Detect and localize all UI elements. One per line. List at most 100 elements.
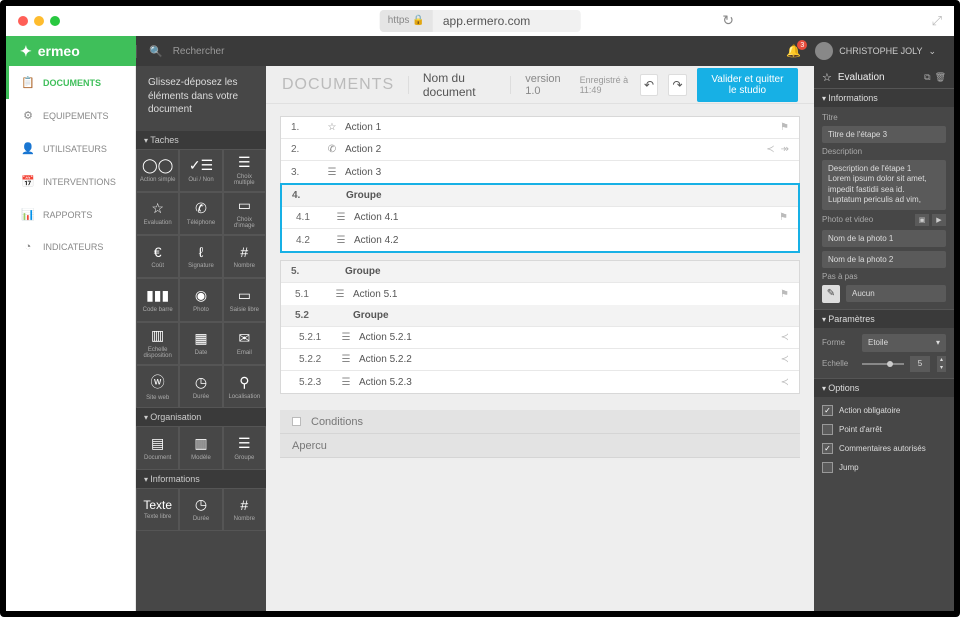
brand-logo[interactable]: ✦ ermeo: [6, 36, 136, 66]
row-tail-icon[interactable]: ⚑: [780, 122, 789, 133]
palette-item[interactable]: ◯◯Action simple: [136, 149, 179, 192]
palette-item[interactable]: ▥Modèle: [179, 426, 222, 469]
row-tail-icon[interactable]: ≺: [781, 377, 789, 388]
palette-item[interactable]: ⚲Localisation: [223, 365, 266, 408]
palette-item[interactable]: #Nombre: [223, 235, 266, 278]
palette-item[interactable]: ✉Email: [223, 322, 266, 365]
group-header[interactable]: 5. Groupe: [281, 261, 799, 283]
top-bar: ✦ ermeo 🔍 Rechercher 🔔 3 CHRISTOPHE JOLY…: [6, 36, 954, 66]
palette-item[interactable]: ◷Durée: [179, 365, 222, 408]
saved-timestamp: Enregistré à 11:49: [580, 75, 630, 95]
subgroup-header[interactable]: 5.2 Groupe: [281, 305, 799, 327]
action-row[interactable]: 4.2☰Action 4.2: [282, 229, 798, 251]
action-row[interactable]: 4.1☰Action 4.1⚑: [282, 207, 798, 229]
trash-icon[interactable]: 🗑: [935, 72, 946, 83]
echelle-slider[interactable]: [862, 363, 904, 365]
palette-item[interactable]: €Coût: [136, 235, 179, 278]
apercu-panel-header[interactable]: Apercu: [280, 434, 800, 458]
palette-item[interactable]: ☰Groupe: [223, 426, 266, 469]
palette-item[interactable]: ⓦSite web: [136, 365, 179, 408]
palette-item[interactable]: ▦Date: [179, 322, 222, 365]
photo-1[interactable]: Nom de la photo 1: [822, 230, 946, 247]
add-photo-icon[interactable]: ▣: [915, 214, 929, 226]
group-header[interactable]: 4. Groupe: [282, 185, 798, 207]
maximize-window-icon[interactable]: [50, 16, 60, 26]
action-row[interactable]: 5.2.3☰Action 5.2.3≺: [281, 371, 799, 393]
palette-section-organisation[interactable]: Organisation: [136, 408, 266, 426]
validate-exit-button[interactable]: Valider et quitter le studio: [697, 68, 798, 102]
copy-icon[interactable]: ⧉: [924, 72, 930, 83]
action-row[interactable]: 3.☰Action 3: [281, 161, 799, 183]
palette-item[interactable]: ◉Photo: [179, 278, 222, 321]
forme-select[interactable]: Etoile▾: [862, 334, 946, 352]
palette-section-taches[interactable]: Taches: [136, 131, 266, 149]
action-row[interactable]: 1.☆Action 1⚑: [281, 117, 799, 139]
row-tail-icon[interactable]: ≺: [781, 354, 789, 365]
action-row[interactable]: 2.✆Action 2≺↠: [281, 139, 799, 161]
palette-section-informations[interactable]: Informations: [136, 470, 266, 488]
fullscreen-icon[interactable]: ⤢: [932, 13, 942, 29]
global-search[interactable]: 🔍 Rechercher: [136, 45, 786, 58]
row-tail-icon[interactable]: ≺: [766, 144, 774, 155]
nav-rapports[interactable]: 📊RAPPORTS: [6, 198, 135, 231]
palette-item-icon: ▦: [194, 330, 207, 347]
palette-item[interactable]: ▭Saisie libre: [223, 278, 266, 321]
action-row[interactable]: 5.1☰Action 5.1⚑: [281, 283, 799, 305]
nav-interventions[interactable]: 📅INTERVENTIONS: [6, 165, 135, 198]
action-type-icon: ☰: [332, 212, 350, 223]
section-parametres[interactable]: Paramètres: [814, 309, 954, 328]
window-controls[interactable]: [18, 16, 60, 26]
url-bar[interactable]: https🔒 app.ermero.com: [380, 10, 581, 32]
add-video-icon[interactable]: ▶: [932, 214, 946, 226]
echelle-value[interactable]: 5: [910, 356, 930, 372]
notifications-button[interactable]: 🔔 3: [786, 44, 801, 58]
document-name[interactable]: Nom du document: [423, 71, 497, 99]
palette-item[interactable]: ☰Choix multiple: [223, 149, 266, 192]
section-options[interactable]: Options: [814, 378, 954, 397]
minimize-window-icon[interactable]: [34, 16, 44, 26]
photo-2[interactable]: Nom de la photo 2: [822, 251, 946, 268]
row-tail-icon[interactable]: ⚑: [779, 212, 788, 223]
option-point-arret[interactable]: Point d'arrêt: [822, 422, 946, 437]
selected-group[interactable]: 4. Groupe 4.1☰Action 4.1⚑4.2☰Action 4.2: [280, 183, 800, 253]
row-tail-icon[interactable]: ↠: [781, 144, 789, 155]
palette-item[interactable]: ▥Echelle disposition: [136, 322, 179, 365]
palette-item[interactable]: ▭Choix d'image: [223, 192, 266, 235]
palette-item[interactable]: ☆Evaluation: [136, 192, 179, 235]
nav-utilisateurs[interactable]: 👤UTILISATEURS: [6, 132, 135, 165]
palette-item[interactable]: ◷Durée: [179, 488, 222, 531]
user-menu[interactable]: CHRISTOPHE JOLY ⌄: [815, 42, 936, 60]
pas-value[interactable]: Aucun: [846, 285, 946, 302]
conditions-panel-header[interactable]: Conditions: [280, 410, 800, 434]
palette-item[interactable]: ✆Téléphone: [179, 192, 222, 235]
echelle-label: Echelle: [822, 359, 856, 368]
option-jump[interactable]: Jump: [822, 460, 946, 475]
nav-equipements[interactable]: ⚙EQUIPEMENTS: [6, 99, 135, 132]
palette-item[interactable]: ℓSignature: [179, 235, 222, 278]
palette-item[interactable]: ▮▮▮Code barre: [136, 278, 179, 321]
palette-item-icon: ▥: [194, 435, 207, 452]
nav-documents[interactable]: 📋DOCUMENTS: [6, 66, 135, 99]
edit-pas-button[interactable]: ✎: [822, 285, 840, 303]
action-row[interactable]: 5.2.1☰Action 5.2.1≺: [281, 327, 799, 349]
row-tail-icon[interactable]: ≺: [781, 332, 789, 343]
palette-item[interactable]: ✓☰Oui / Non: [179, 149, 222, 192]
option-commentaires[interactable]: Commentaires autorisés: [822, 441, 946, 456]
titre-field[interactable]: Titre de l'étape 3: [822, 126, 946, 143]
nav-indicateurs[interactable]: ◔INDICATEURS: [6, 231, 135, 263]
reload-icon[interactable]: ↻: [722, 12, 734, 29]
undo-button[interactable]: ↶: [640, 74, 659, 96]
palette-item[interactable]: TexteTexte libre: [136, 488, 179, 531]
description-field[interactable]: Description de l'étape 1 Lorem ipsum dol…: [822, 160, 946, 210]
row-tail-icon[interactable]: ⚑: [780, 289, 789, 300]
description-label: Description: [822, 147, 946, 156]
echelle-down[interactable]: ▾: [936, 364, 946, 372]
section-informations[interactable]: Informations: [814, 88, 954, 107]
redo-button[interactable]: ↷: [668, 74, 687, 96]
palette-item[interactable]: ▤Document: [136, 426, 179, 469]
close-window-icon[interactable]: [18, 16, 28, 26]
option-obligatoire[interactable]: Action obligatoire: [822, 403, 946, 418]
palette-item[interactable]: #Nombre: [223, 488, 266, 531]
action-row[interactable]: 5.2.2☰Action 5.2.2≺: [281, 349, 799, 371]
echelle-up[interactable]: ▴: [936, 356, 946, 364]
